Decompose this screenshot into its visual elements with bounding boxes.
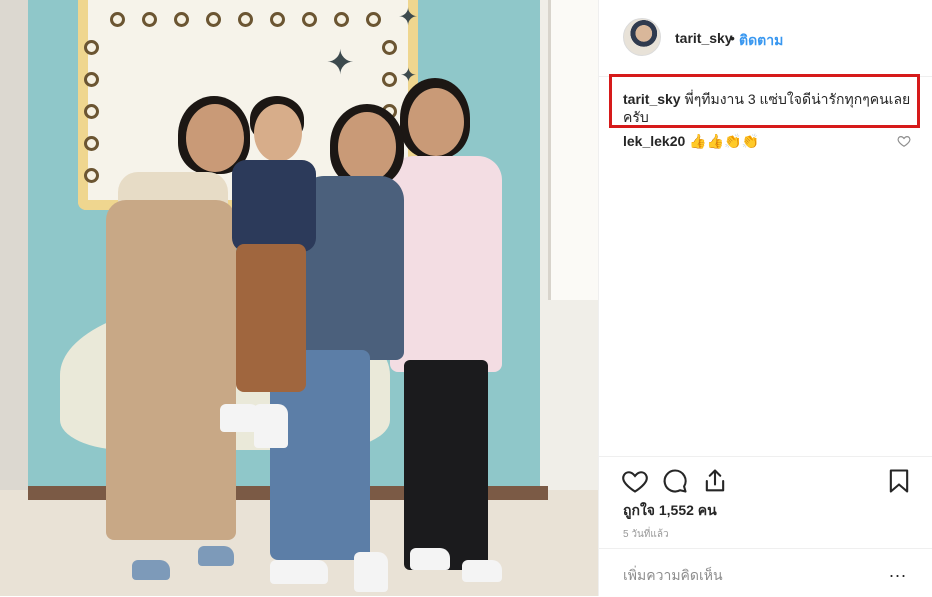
comment-username[interactable]: lek_lek20	[623, 133, 685, 149]
mirror-bulb	[334, 12, 349, 27]
post-header: tarit_sky • ติดตาม	[599, 0, 932, 77]
comment-item: lek_lek20 👍👍👏👏	[623, 133, 759, 150]
mirror-bulb	[84, 40, 99, 55]
header-separator: •	[730, 30, 735, 46]
mirror-bulb	[84, 104, 99, 119]
post-side-panel: tarit_sky • ติดตาม tarit_sky พี่ๆทีมงาน …	[598, 0, 932, 596]
mirror-bulb	[174, 12, 189, 27]
bookmark-icon[interactable]	[885, 467, 913, 495]
avatar[interactable]	[623, 18, 661, 56]
comment-bubble-icon[interactable]	[661, 467, 689, 495]
post-timestamp[interactable]: 5 วันที่แล้ว	[623, 527, 669, 542]
post-caption: tarit_sky พี่ๆทีมงาน 3 แซ่บใจดีน่ารักทุก…	[623, 90, 923, 126]
photo-doorframe	[548, 0, 598, 300]
mirror-bulb	[382, 72, 397, 87]
header-username[interactable]: tarit_sky	[675, 30, 733, 46]
add-comment-input[interactable]: เพิ่มความคิดเห็น	[623, 565, 723, 587]
mirror-bulb	[110, 12, 125, 27]
sparkle-icon: ✦	[400, 65, 417, 87]
follow-button[interactable]: ติดตาม	[739, 30, 783, 52]
add-comment-row: เพิ่มความคิดเห็น ...	[599, 548, 932, 597]
photo-left-wall	[0, 0, 28, 520]
mirror-bulb	[270, 12, 285, 27]
likes-count[interactable]: ถูกใจ 1,552 คน	[623, 500, 717, 522]
share-icon[interactable]	[701, 467, 729, 495]
mirror-bulb	[142, 12, 157, 27]
mirror-bulb	[366, 12, 381, 27]
heart-icon[interactable]	[621, 467, 649, 495]
mirror-bulb	[206, 12, 221, 27]
sparkle-icon: ✦	[398, 4, 419, 31]
mirror-bulb	[84, 72, 99, 87]
sparkle-icon: ✦	[326, 44, 355, 82]
mirror-bulb	[382, 40, 397, 55]
comment-text: 👍👍👏👏	[689, 133, 759, 149]
mirror-bulb	[302, 12, 317, 27]
post-actions	[599, 456, 932, 493]
caption-username[interactable]: tarit_sky	[623, 91, 681, 107]
heart-small-icon[interactable]	[897, 134, 911, 148]
mirror-bulb	[84, 136, 99, 151]
more-options-button[interactable]: ...	[889, 561, 907, 582]
mirror-bulb	[84, 168, 99, 183]
mirror-bulb	[238, 12, 253, 27]
post-photo[interactable]: ✦ ✦ ✦	[0, 0, 598, 596]
